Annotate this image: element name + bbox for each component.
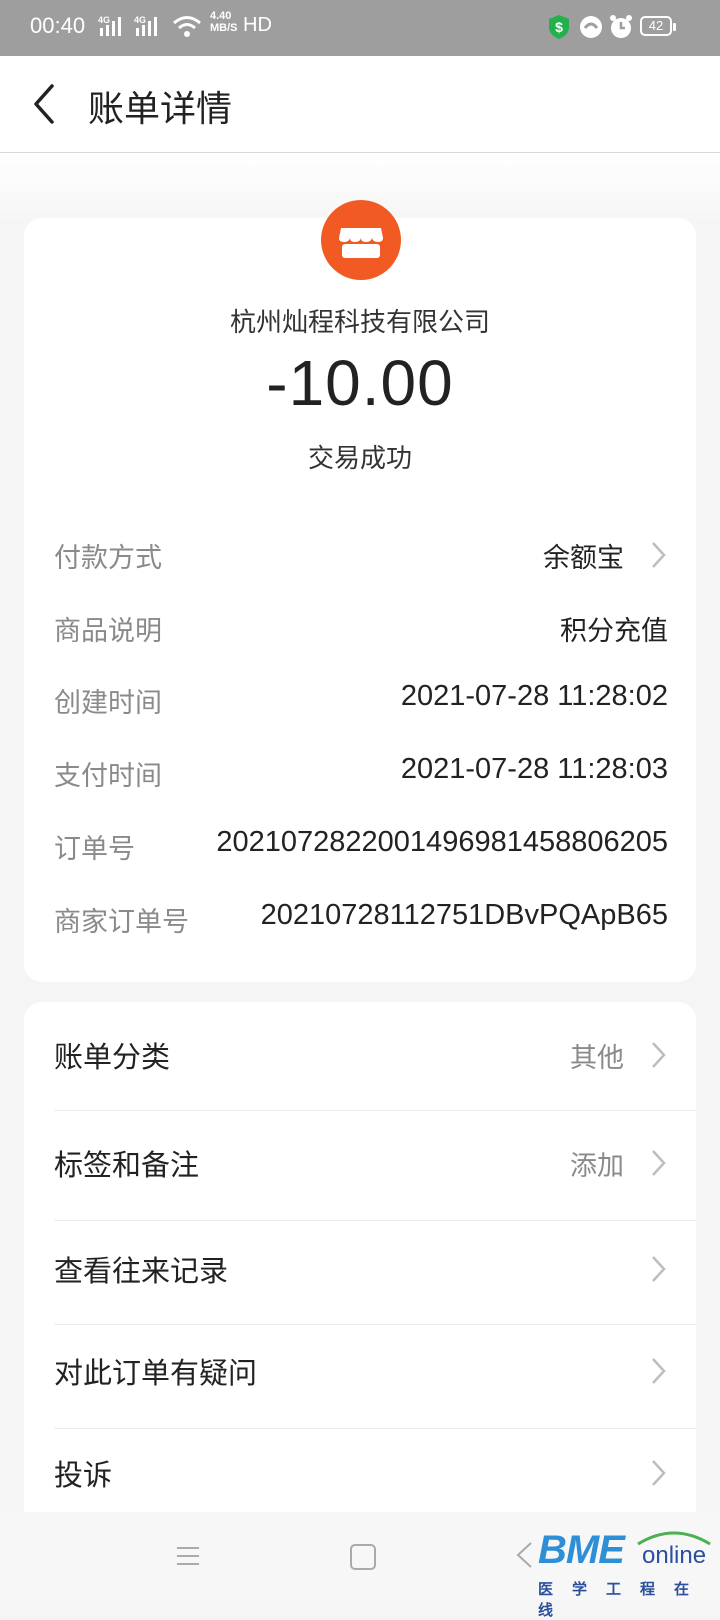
action-tags-notes[interactable]: 标签和备注 添加: [54, 1112, 696, 1216]
status-time: 00:40: [30, 13, 86, 38]
svg-text:4G: 4G: [134, 15, 146, 25]
detail-label: 订单号: [54, 834, 135, 865]
order-number[interactable]: 2021072822001496981458806205: [216, 826, 668, 859]
chevron-right-icon: [652, 1150, 666, 1176]
svg-text:$: $: [555, 19, 563, 35]
detail-row-payment-method[interactable]: 付款方式 余额宝: [54, 536, 668, 576]
detail-label: 付款方式: [54, 543, 162, 574]
app-header: 账单详情: [0, 56, 720, 153]
action-label: 投诉: [54, 1458, 113, 1492]
detail-label: 商品说明: [54, 616, 162, 647]
detail-row-paid-time: 支付时间 2021-07-28 11:28:03: [54, 753, 668, 794]
detail-value: 余额宝: [543, 543, 624, 574]
detail-value: 积分充值: [560, 616, 668, 647]
merchant-order-number[interactable]: 20210728112751DBvPQApB65: [261, 899, 668, 932]
action-order-question[interactable]: 对此订单有疑问: [54, 1320, 696, 1424]
detail-row-product-desc: 商品说明 积分充值: [54, 609, 668, 649]
detail-label: 创建时间: [54, 688, 162, 719]
chevron-right-icon: [652, 1358, 666, 1384]
detail-label: 商家订单号: [54, 907, 189, 938]
hd-indicator: HD: [243, 14, 272, 36]
watermark-logo: BME: [538, 1528, 625, 1572]
chevron-right-icon: [652, 542, 666, 568]
storefront-icon: [321, 200, 401, 280]
action-view-history[interactable]: 查看往来记录: [54, 1218, 696, 1322]
chevron-right-icon: [652, 1042, 666, 1068]
transaction-status: 交易成功: [307, 444, 412, 474]
action-bill-category[interactable]: 账单分类 其他: [54, 1004, 696, 1108]
status-bar: 00:40 4G 4G 4.40 MB/S HD $ 42: [0, 0, 720, 56]
action-value: 其他: [570, 1043, 624, 1074]
signal-4g-icon: 4G: [98, 15, 121, 36]
watermark-subtitle: 医学工程在线: [538, 1580, 709, 1619]
network-speed: 4.40 MB/S: [210, 10, 238, 34]
app-notification-icon: [580, 16, 602, 38]
action-label: 查看往来记录: [54, 1254, 229, 1288]
security-shield-icon: $: [549, 15, 569, 39]
home-square-icon[interactable]: [350, 1544, 376, 1570]
action-label: 账单分类: [54, 1040, 171, 1074]
merchant-name: 杭州灿程科技有限公司: [229, 308, 490, 338]
action-label: 标签和备注: [54, 1148, 200, 1182]
watermark: BME online 医学工程在线: [534, 1528, 720, 1619]
page-title: 账单详情: [88, 89, 233, 130]
chevron-right-icon: [652, 1256, 666, 1282]
action-label: 对此订单有疑问: [54, 1356, 258, 1390]
transaction-amount: -10.00: [266, 347, 454, 419]
detail-row-merchant-order-number[interactable]: 商家订单号 20210728112751DBvPQApB65: [54, 899, 668, 940]
back-button[interactable]: [24, 78, 76, 130]
detail-row-created-time: 创建时间 2021-07-28 11:28:02: [54, 680, 668, 721]
signal-4g-icon: 4G: [134, 15, 157, 36]
detail-label: 支付时间: [54, 761, 162, 792]
battery-indicator: 42: [640, 16, 676, 36]
chevron-right-icon: [652, 1460, 666, 1486]
detail-value: 2021-07-28 11:28:03: [400, 753, 668, 785]
detail-value: 2021-07-28 11:28:02: [400, 680, 668, 712]
svg-text:4G: 4G: [98, 15, 110, 25]
alarm-icon: [610, 15, 632, 38]
action-value: 添加: [570, 1151, 624, 1182]
chevron-left-icon: [34, 84, 54, 124]
divider: [54, 1110, 696, 1111]
back-triangle-icon[interactable]: [514, 1540, 534, 1570]
menu-icon[interactable]: [176, 1544, 200, 1568]
watermark-online: online: [642, 1542, 707, 1569]
detail-row-order-number[interactable]: 订单号 2021072822001496981458806205: [54, 826, 668, 867]
wifi-icon: [173, 16, 201, 37]
action-complaint[interactable]: 投诉: [54, 1422, 696, 1526]
